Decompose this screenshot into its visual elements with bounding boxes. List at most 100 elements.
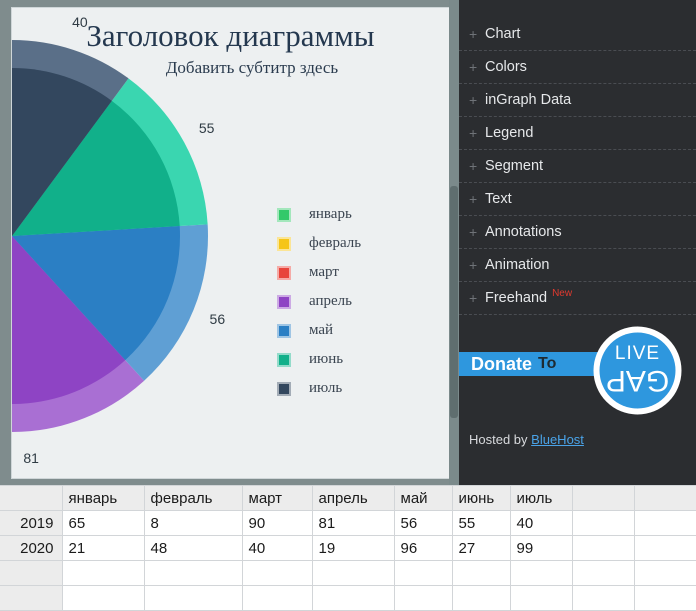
table-row-header[interactable] [0, 560, 63, 586]
table-cell[interactable]: 96 [393, 535, 453, 561]
table-cell[interactable]: 48 [143, 535, 243, 561]
sidebar-item-legend[interactable]: + Legend [459, 117, 696, 150]
table-cell[interactable] [451, 585, 511, 611]
plus-icon[interactable]: + [469, 93, 485, 107]
table-cell[interactable] [509, 585, 573, 611]
sidebar-item-freehand[interactable]: + Freehand New [459, 282, 696, 315]
table-cell[interactable] [61, 585, 145, 611]
table-row-header[interactable]: 2019 [0, 510, 63, 536]
legend-row[interactable]: июнь [277, 345, 361, 374]
legend-row[interactable]: январь [277, 200, 361, 229]
legend-label: апрель [309, 293, 352, 309]
plus-icon[interactable]: + [469, 126, 485, 140]
sidebar-item-label: Segment [485, 158, 544, 174]
legend-swatch-icon [277, 352, 291, 367]
table-cell[interactable] [633, 560, 696, 586]
editor-workspace: Заголовок диаграммы Добавить субтитр зде… [0, 0, 696, 485]
table-column-header[interactable]: март [241, 485, 313, 511]
plus-icon[interactable]: + [469, 258, 485, 272]
legend-swatch-icon [277, 381, 291, 396]
table-cell[interactable]: 40 [509, 510, 573, 536]
table-cell[interactable] [143, 585, 243, 611]
table-cell[interactable] [241, 585, 313, 611]
table-cell[interactable] [143, 560, 243, 586]
table-cell[interactable] [241, 560, 313, 586]
plus-icon[interactable]: + [469, 291, 485, 305]
table-column-header[interactable] [571, 485, 635, 511]
sidebar-item-animation[interactable]: + Animation [459, 249, 696, 282]
table-cell[interactable] [451, 560, 511, 586]
legend-row[interactable]: май [277, 316, 361, 345]
livegap-logo[interactable]: LIVE GAP [592, 325, 683, 416]
table-cell[interactable] [633, 585, 696, 611]
table-cell[interactable] [571, 560, 635, 586]
bluehost-link[interactable]: BlueHost [531, 432, 584, 447]
table-cell[interactable] [393, 585, 453, 611]
plus-icon[interactable]: + [469, 60, 485, 74]
sidebar-item-annotations[interactable]: + Annotations [459, 216, 696, 249]
table-cell[interactable]: 27 [451, 535, 511, 561]
sidebar-item-label: inGraph Data [485, 92, 572, 108]
table-column-header[interactable]: январь [61, 485, 145, 511]
table-cell[interactable] [571, 510, 635, 536]
sidebar-item-chart[interactable]: + Chart [459, 18, 696, 51]
table-cell[interactable] [311, 560, 395, 586]
table-cell[interactable]: 81 [311, 510, 395, 536]
table-cell[interactable]: 65 [61, 510, 145, 536]
table-column-header[interactable]: июль [509, 485, 573, 511]
chart-editor-app: Заголовок диаграммы Добавить субтитр зде… [0, 0, 696, 611]
plus-icon[interactable]: + [469, 225, 485, 239]
table-cell[interactable]: 56 [393, 510, 453, 536]
legend-row[interactable]: март [277, 258, 361, 287]
canvas-scrollbar-thumb[interactable] [450, 186, 458, 418]
table-cell[interactable] [633, 535, 696, 561]
table-cell[interactable]: 8 [143, 510, 243, 536]
table-column-header[interactable]: июнь [451, 485, 511, 511]
legend-label: март [309, 264, 339, 280]
table-cell[interactable] [393, 560, 453, 586]
sidebar-item-ingraph-data[interactable]: + inGraph Data [459, 84, 696, 117]
pie-label-4: 56 [209, 311, 226, 328]
data-table-area[interactable]: январь февраль март апрель май июнь июль 2019 6… [0, 485, 696, 611]
plus-icon[interactable]: + [469, 27, 485, 41]
table-cell[interactable]: 55 [451, 510, 511, 536]
plus-icon[interactable]: + [469, 192, 485, 206]
table-cell[interactable] [509, 560, 573, 586]
sidebar-item-colors[interactable]: + Colors [459, 51, 696, 84]
legend-label: май [309, 322, 334, 338]
table-corner-cell[interactable] [0, 485, 63, 511]
data-table[interactable]: январь февраль март апрель май июнь июль 2019 6… [0, 485, 696, 611]
sidebar-item-segment[interactable]: + Segment [459, 150, 696, 183]
table-cell[interactable]: 40 [241, 535, 313, 561]
table-column-header[interactable] [633, 485, 696, 511]
table-column-header[interactable]: февраль [143, 485, 243, 511]
table-cell[interactable]: 21 [61, 535, 145, 561]
table-row-header[interactable]: 2020 [0, 535, 63, 561]
sidebar-item-label: Freehand [485, 290, 548, 306]
legend-row[interactable]: апрель [277, 287, 361, 316]
table-cell[interactable]: 99 [509, 535, 573, 561]
legend-row[interactable]: июль [277, 374, 361, 403]
legend-label: июнь [309, 351, 344, 367]
table-cell[interactable] [311, 585, 395, 611]
table-column-header[interactable]: май [393, 485, 453, 511]
pie-chart[interactable] [12, 32, 240, 478]
legend-row[interactable]: февраль [277, 229, 361, 258]
table-row-header[interactable] [0, 585, 63, 611]
sidebar-item-text[interactable]: + Text [459, 183, 696, 216]
pie-label-6: 40 [72, 14, 88, 31]
table-column-header[interactable]: апрель [311, 485, 395, 511]
table-cell[interactable]: 90 [241, 510, 313, 536]
table-cell[interactable] [61, 560, 145, 586]
table-cell[interactable] [633, 510, 696, 536]
chart-canvas-panel[interactable]: Заголовок диаграммы Добавить субтитр зде… [12, 8, 449, 478]
sidebar-item-label: Legend [485, 125, 534, 141]
table-cell[interactable] [571, 585, 635, 611]
table-cell[interactable] [571, 535, 635, 561]
pie-chart-svg[interactable] [12, 32, 240, 478]
plus-icon[interactable]: + [469, 159, 485, 173]
pie-label-3: 81 [23, 449, 39, 466]
table-cell[interactable]: 19 [311, 535, 395, 561]
donate-button[interactable]: Donate To [459, 352, 599, 376]
chart-legend[interactable]: январь февраль март апрель май июнь июль [277, 200, 361, 403]
